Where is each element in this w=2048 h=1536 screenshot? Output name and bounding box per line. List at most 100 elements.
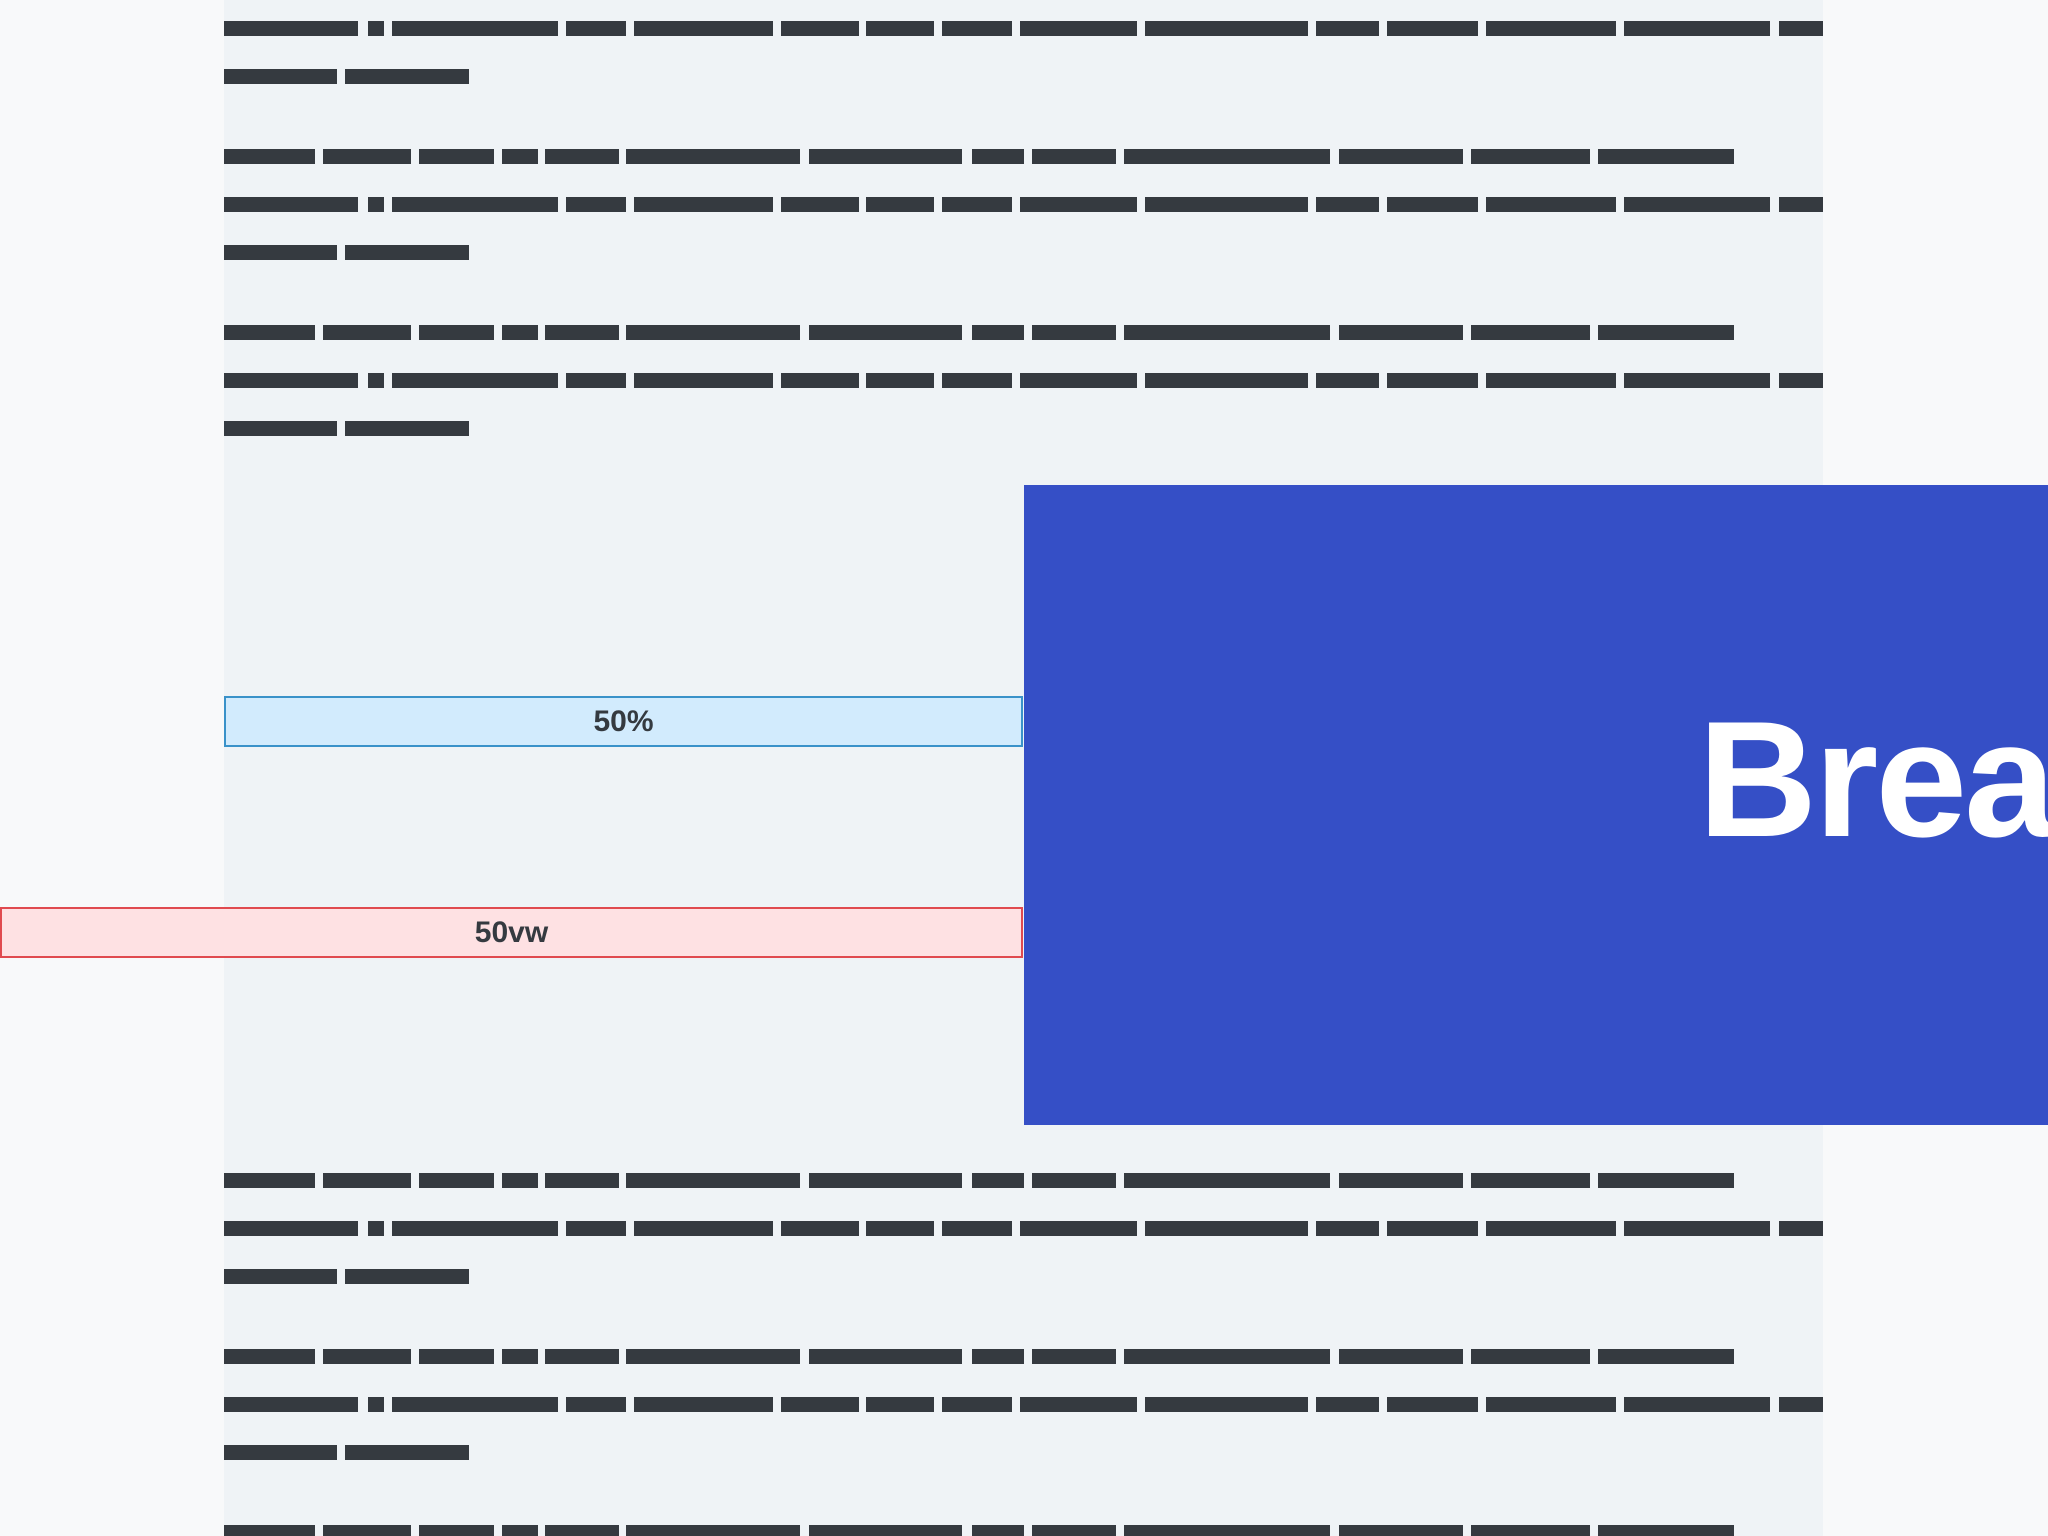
redacted-word (1020, 197, 1137, 212)
redacted-word (1486, 1397, 1616, 1412)
redacted-word (323, 149, 411, 164)
text-line (224, 21, 1823, 36)
redacted-word (1032, 149, 1116, 164)
redacted-word (545, 1525, 619, 1536)
text-line (224, 1221, 1823, 1236)
redacted-word (368, 1397, 384, 1412)
redacted-word (634, 1397, 773, 1412)
redacted-word (1779, 1221, 1823, 1236)
redacted-word (1124, 1173, 1330, 1188)
redacted-word (1145, 1221, 1308, 1236)
redacted-word (781, 197, 859, 212)
redacted-word (781, 21, 859, 36)
redacted-word (545, 149, 619, 164)
redacted-word (1624, 373, 1770, 388)
redacted-word (224, 69, 337, 84)
text-line (224, 1269, 1823, 1284)
redacted-word (942, 373, 1012, 388)
redacted-word (1145, 373, 1308, 388)
redacted-word (392, 1397, 558, 1412)
redacted-word (323, 325, 411, 340)
redacted-word (419, 1525, 494, 1536)
redacted-word (323, 1525, 411, 1536)
redacted-word (1486, 1221, 1616, 1236)
redacted-word (224, 1173, 315, 1188)
redacted-word (1387, 1397, 1478, 1412)
redacted-word (566, 1221, 626, 1236)
redacted-word (1339, 325, 1463, 340)
text-line (224, 197, 1823, 212)
redacted-word (368, 373, 384, 388)
text-line (224, 373, 1823, 388)
redacted-word (1387, 21, 1478, 36)
redacted-word (224, 325, 315, 340)
redacted-word (626, 325, 800, 340)
redacted-word (224, 1525, 315, 1536)
redacted-word (626, 1173, 800, 1188)
redacted-word (1339, 1173, 1463, 1188)
redacted-word (345, 1269, 469, 1284)
redacted-word (972, 1525, 1024, 1536)
redacted-word (224, 1221, 358, 1236)
redacted-word (1316, 1397, 1379, 1412)
paragraph-3 (224, 325, 1823, 469)
redacted-word (224, 21, 358, 36)
text-line (224, 325, 1823, 340)
redacted-word (224, 421, 337, 436)
paragraph-4 (224, 1173, 1823, 1317)
redacted-word (224, 373, 358, 388)
redacted-word (1032, 1349, 1116, 1364)
redacted-word (1779, 1397, 1823, 1412)
text-line (224, 1349, 1823, 1364)
redacted-word (1624, 1221, 1770, 1236)
redacted-word (1124, 149, 1330, 164)
redacted-word (634, 373, 773, 388)
redacted-word (1471, 1525, 1590, 1536)
redacted-word (634, 21, 773, 36)
redacted-word (224, 1269, 337, 1284)
redacted-word (323, 1173, 411, 1188)
breakout-title: Brea (1698, 687, 2048, 871)
redacted-word (224, 245, 337, 260)
redacted-word (419, 1349, 494, 1364)
redacted-word (1316, 1221, 1379, 1236)
redacted-word (323, 1349, 411, 1364)
redacted-word (1598, 1525, 1734, 1536)
redacted-word (1032, 1173, 1116, 1188)
redacted-word (1020, 373, 1137, 388)
redacted-word (345, 421, 469, 436)
redacted-word (1486, 197, 1616, 212)
redacted-word (972, 149, 1024, 164)
redacted-word (1598, 325, 1734, 340)
paragraph-top (224, 21, 1823, 117)
redacted-word (1598, 1349, 1734, 1364)
text-line (224, 1445, 1823, 1460)
redacted-word (224, 1445, 337, 1460)
redacted-word (566, 197, 626, 212)
redacted-word (1020, 21, 1137, 36)
redacted-word (545, 1173, 619, 1188)
redacted-word (972, 1173, 1024, 1188)
viewport-width-box: 50vw (0, 907, 1023, 958)
redacted-word (419, 1173, 494, 1188)
redacted-word (1471, 149, 1590, 164)
redacted-word (809, 1525, 962, 1536)
redacted-word (224, 1349, 315, 1364)
redacted-word (942, 197, 1012, 212)
redacted-word (419, 149, 494, 164)
redacted-word (942, 21, 1012, 36)
breakout-panel: Brea (1024, 485, 2048, 1125)
redacted-word (392, 1221, 558, 1236)
redacted-word (1387, 1221, 1478, 1236)
redacted-word (866, 197, 934, 212)
redacted-word (1124, 1349, 1330, 1364)
redacted-word (1145, 197, 1308, 212)
redacted-word (626, 149, 800, 164)
redacted-word (634, 1221, 773, 1236)
page: 50% 50vw Brea (0, 0, 2048, 1536)
redacted-word (781, 1221, 859, 1236)
percent-width-box: 50% (224, 696, 1023, 747)
redacted-word (1471, 1173, 1590, 1188)
redacted-word (1387, 373, 1478, 388)
redacted-word (345, 1445, 469, 1460)
